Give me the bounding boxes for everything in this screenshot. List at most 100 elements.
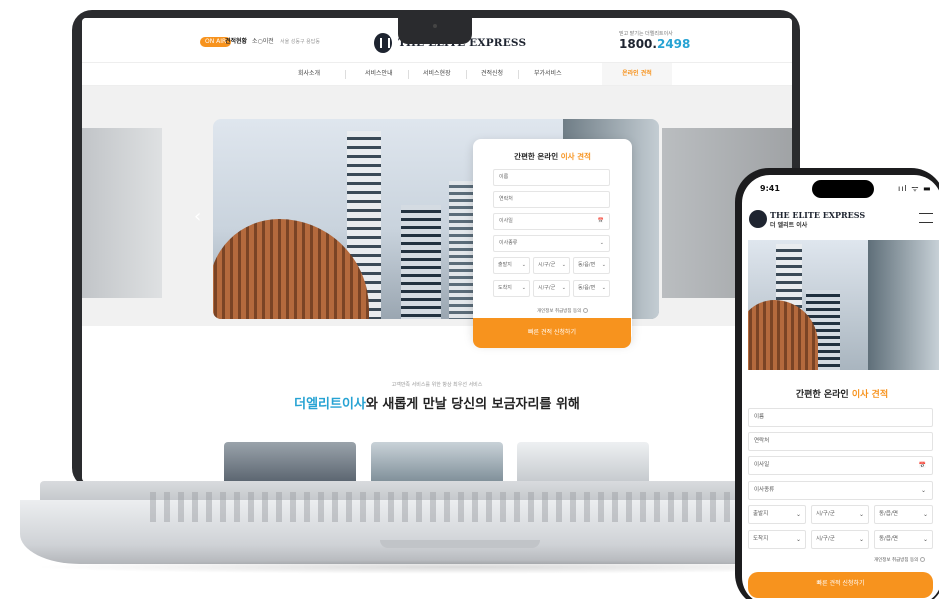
laptop-keyboard xyxy=(150,492,750,522)
mobile-brand[interactable]: THE ELITE EXPRESS xyxy=(770,210,865,220)
nav-company[interactable]: 회사소개 xyxy=(298,63,320,85)
move-date-field[interactable]: 이사일 📅 xyxy=(493,213,610,230)
nav-extra[interactable]: 부가서비스 xyxy=(534,63,562,85)
arrival-city-label: 시/구/군 xyxy=(538,285,556,291)
chevron-down-icon: ⌄ xyxy=(601,262,606,268)
nav-divider xyxy=(518,70,519,79)
mobile-contact-field[interactable]: 연락처 xyxy=(748,432,933,451)
hero-tower xyxy=(401,205,441,319)
mobile-move-type-select[interactable]: 이사종류 ⌄ xyxy=(748,481,933,500)
section-heading-text: 와 새롭게 만날 당신의 보금자리를 위해 xyxy=(365,397,580,412)
phone-label: 믿고 맡기는 더엘리트이사 xyxy=(619,31,673,37)
form-title-text: 간편한 온라인 xyxy=(514,152,561,161)
section-heading: 더엘리트이사와 새롭게 만날 당신의 보금자리를 위해 xyxy=(82,393,792,412)
hero-tower xyxy=(449,181,475,319)
service-thumbnail[interactable] xyxy=(517,442,649,482)
arrival-city-select[interactable]: 시/구/군 ⌄ xyxy=(533,280,570,297)
mobile-departure-dong-label: 동/읍/면 xyxy=(879,511,898,517)
service-thumbnail[interactable] xyxy=(371,442,503,482)
slider-prev-arrow-icon[interactable]: ‹ xyxy=(194,206,204,228)
departure-select[interactable]: 출발지 ⌄ xyxy=(493,257,530,274)
calendar-icon[interactable]: 📅 xyxy=(598,214,604,229)
chevron-down-icon: ⌄ xyxy=(795,511,801,518)
move-date-label: 이사일 xyxy=(499,218,513,224)
ticker-area: 서울 성동구 용답동 xyxy=(280,39,320,45)
mobile-quick-estimate-button[interactable]: 빠른 견적 신청하기 xyxy=(748,572,933,598)
laptop-lip xyxy=(380,540,540,548)
chevron-down-icon: ⌄ xyxy=(521,262,526,268)
mobile-privacy-checkbox[interactable] xyxy=(920,557,926,562)
ticker-name: 소○이전 xyxy=(252,38,274,45)
departure-city-label: 시/구/군 xyxy=(538,262,556,268)
chevron-down-icon: ⌄ xyxy=(858,536,864,543)
nav-divider xyxy=(408,70,409,79)
mobile-departure-city-label: 시/구/군 xyxy=(816,511,835,517)
service-thumbnail[interactable] xyxy=(224,442,356,482)
privacy-checkbox[interactable] xyxy=(583,308,589,313)
mobile-name-field[interactable]: 이름 xyxy=(748,408,933,427)
phone-clock: 9:41 xyxy=(760,184,780,193)
hamburger-menu-icon[interactable] xyxy=(919,213,933,223)
privacy-agree-label: 개인정보 취급방침 동의 xyxy=(537,309,582,314)
mobile-departure-city-select[interactable]: 시/구/군 ⌄ xyxy=(811,505,869,524)
logo-emblem-icon xyxy=(374,33,392,53)
nav-sites[interactable]: 서비스현장 xyxy=(423,63,451,85)
mobile-move-date-field[interactable]: 이사일 📅 xyxy=(748,456,933,475)
arrival-select[interactable]: 도착지 ⌄ xyxy=(493,280,530,297)
section-subtitle: 고객만족 서비스를 위한 항상 최우선 서비스 xyxy=(391,382,483,388)
contact-field[interactable]: 연락처 xyxy=(493,191,610,208)
mobile-move-date-label: 이사일 xyxy=(754,462,770,468)
chevron-down-icon: ⌄ xyxy=(561,285,566,291)
laptop-screen: ON AIR 견적현황 소○이전 서울 성동구 용답동 THE ELITE EX… xyxy=(82,18,792,482)
dynamic-island xyxy=(812,180,874,198)
departure-label: 출발지 xyxy=(498,262,512,268)
chevron-down-icon: ⌄ xyxy=(920,487,926,494)
laptop-camera-icon xyxy=(433,24,437,28)
phone-number[interactable]: 1800.2498 xyxy=(619,37,690,51)
departure-city-select[interactable]: 시/구/군 ⌄ xyxy=(533,257,570,274)
arrival-dong-label: 동/읍/면 xyxy=(578,285,596,291)
main-nav: 회사소개 서비스안내 서비스현장 견적신청 부가서비스 온라인 견적 xyxy=(82,62,792,86)
quick-estimate-button[interactable]: 빠른 견적 신청하기 xyxy=(473,318,631,348)
move-type-select[interactable]: 이사종류 ⌄ xyxy=(493,235,610,252)
mobile-arrival-city-select[interactable]: 시/구/군 ⌄ xyxy=(811,530,869,549)
hero-wooden-dome xyxy=(213,219,369,319)
mobile-arrival-select[interactable]: 도착지 ⌄ xyxy=(748,530,806,549)
mobile-hero-image xyxy=(748,240,939,370)
mobile-privacy-agree[interactable]: 개인정보 취급방침 동의 xyxy=(874,557,926,563)
estimate-form: 간편한 온라인 이사 견적 이름 연락처 이사일 📅 이사종류 ⌄ 출발지 ⌄ 시/구… xyxy=(473,139,632,342)
privacy-agree[interactable]: 개인정보 취급방침 동의 xyxy=(537,308,589,315)
mobile-form-title: 간편한 온라인 이사 견적 xyxy=(742,387,939,400)
mobile-departure-dong-select[interactable]: 동/읍/면 ⌄ xyxy=(874,505,933,524)
form-title: 간편한 온라인 이사 견적 xyxy=(473,151,632,162)
laptop-notch xyxy=(398,18,472,44)
nav-services[interactable]: 서비스안내 xyxy=(365,63,393,85)
nav-online-estimate-label: 온라인 견적 xyxy=(622,70,652,77)
chevron-down-icon: ⌄ xyxy=(858,511,864,518)
departure-dong-select[interactable]: 동/읍/면 ⌄ xyxy=(573,257,610,274)
move-type-label: 이사종류 xyxy=(499,240,518,246)
mockup-stage: ON AIR 견적현황 소○이전 서울 성동구 용답동 THE ELITE EX… xyxy=(0,0,939,599)
chevron-down-icon: ⌄ xyxy=(922,536,928,543)
arrival-label: 도착지 xyxy=(498,285,512,291)
chevron-down-icon: ⌄ xyxy=(599,240,604,246)
chevron-down-icon: ⌄ xyxy=(922,511,928,518)
departure-dong-label: 동/읍/면 xyxy=(578,262,596,268)
chevron-down-icon: ⌄ xyxy=(795,536,801,543)
chevron-down-icon: ⌄ xyxy=(601,285,606,291)
name-field[interactable]: 이름 xyxy=(493,169,610,186)
calendar-icon[interactable]: 📅 xyxy=(919,457,926,474)
form-title-highlight: 이사 견적 xyxy=(560,152,591,161)
nav-estimate[interactable]: 견적신청 xyxy=(481,63,503,85)
mobile-departure-select[interactable]: 출발지 ⌄ xyxy=(748,505,806,524)
nav-online-estimate[interactable]: 온라인 견적 xyxy=(602,63,672,85)
nav-divider xyxy=(345,70,346,79)
mobile-arrival-dong-select[interactable]: 동/읍/면 ⌄ xyxy=(874,530,933,549)
arrival-dong-select[interactable]: 동/읍/면 ⌄ xyxy=(573,280,610,297)
ticker-status: 견적현황 xyxy=(225,38,248,45)
mobile-hero-glass xyxy=(868,240,939,370)
mobile-privacy-agree-label: 개인정보 취급방침 동의 xyxy=(874,558,919,563)
mobile-brand-sub: 더 엘리트 이사 xyxy=(770,222,808,229)
mobile-arrival-label: 도착지 xyxy=(753,536,769,542)
mobile-logo-emblem-icon[interactable] xyxy=(749,210,767,228)
